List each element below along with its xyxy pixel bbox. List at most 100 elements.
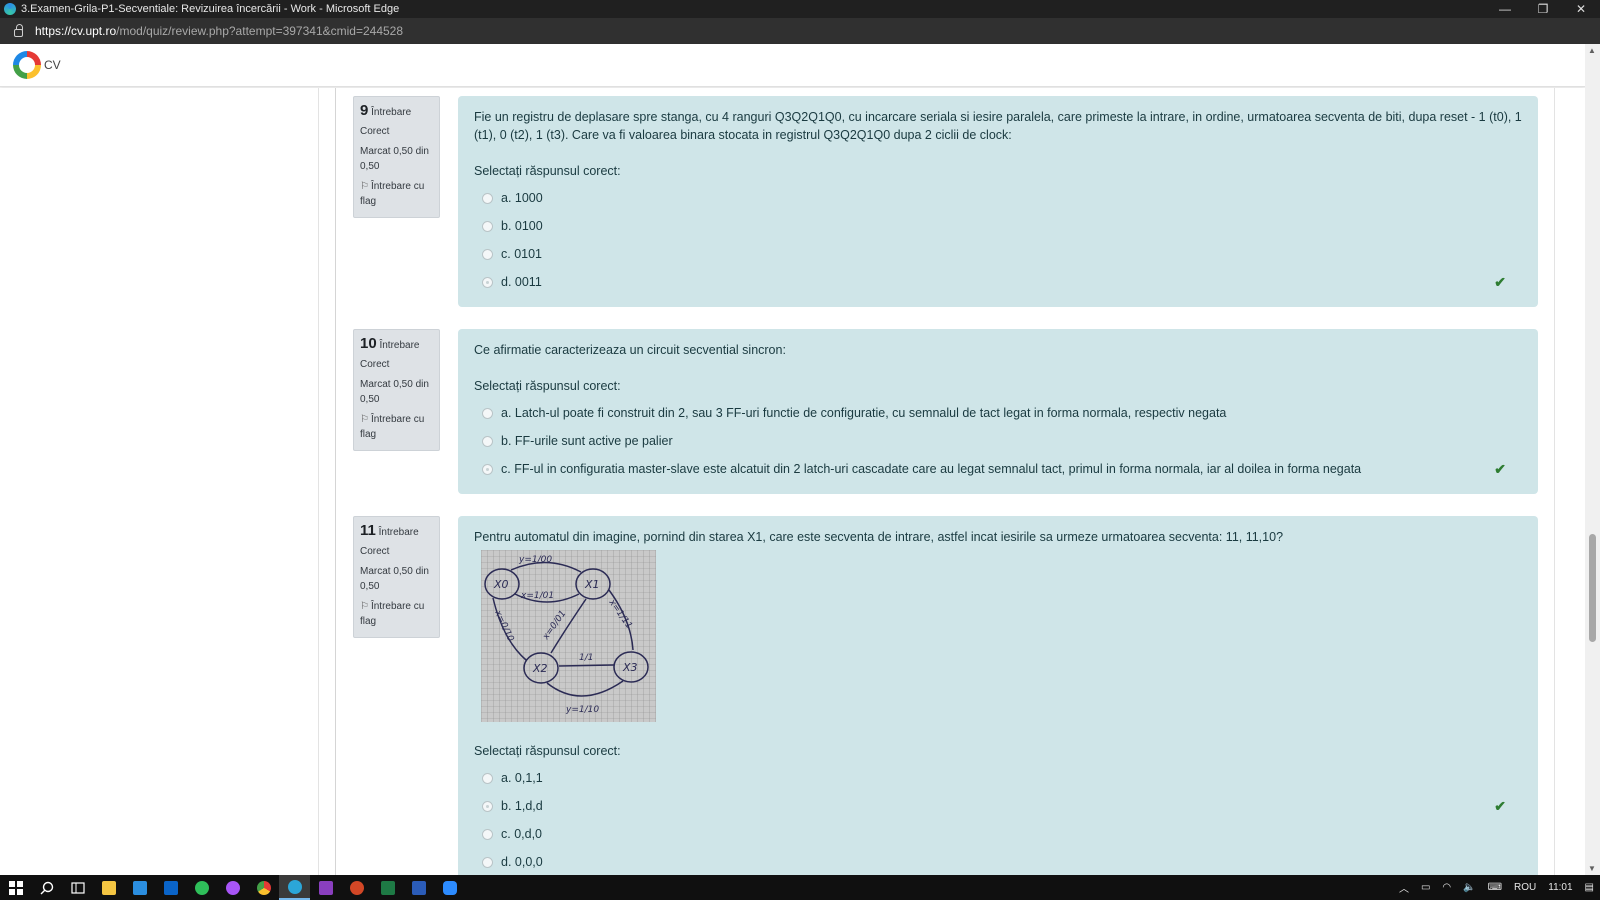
- search-icon[interactable]: [31, 875, 62, 900]
- flag-icon[interactable]: ⚐: [360, 179, 369, 194]
- question-text: Pentru automatul din imagine, pornind di…: [474, 530, 1284, 544]
- volume-icon[interactable]: 🔈: [1457, 882, 1481, 893]
- cv-logo-icon[interactable]: [13, 51, 41, 79]
- edge-x3-x2: [558, 664, 615, 667]
- answer-option[interactable]: c. 0,d,0: [474, 820, 1522, 848]
- answer-option[interactable]: a. 1000: [474, 184, 1522, 212]
- answer-option-selected[interactable]: d. 0011 ✔: [474, 268, 1522, 296]
- radio-button[interactable]: [482, 828, 493, 840]
- answer-label[interactable]: d. 0,0,0: [501, 853, 543, 871]
- answer-label[interactable]: d. 0011: [501, 273, 542, 291]
- radio-button-checked[interactable]: [482, 800, 493, 812]
- clock[interactable]: 11:01: [1542, 882, 1578, 893]
- radio-button[interactable]: [482, 220, 493, 232]
- scroll-thumb[interactable]: [1589, 534, 1596, 642]
- answer-option-selected[interactable]: b. 1,d,d ✔: [474, 792, 1522, 820]
- tray-chevron-up-icon[interactable]: ︿: [1393, 880, 1415, 895]
- keyboard-icon[interactable]: ⌨: [1482, 882, 1508, 893]
- outlook-icon[interactable]: [155, 875, 186, 900]
- flag-icon[interactable]: ⚐: [360, 412, 369, 427]
- answer-option[interactable]: a. 0,1,1: [474, 764, 1522, 792]
- flag-icon[interactable]: ⚐: [360, 599, 369, 614]
- question-content-11: Pentru automatul din imagine, pornind di…: [458, 516, 1538, 875]
- powerpoint-icon[interactable]: [341, 875, 372, 900]
- task-view-icon[interactable]: [62, 875, 93, 900]
- radio-button[interactable]: [482, 772, 493, 784]
- question-text: Fie un registru de deplasare spre stanga…: [474, 110, 1522, 142]
- answer-label[interactable]: b. FF-urile sunt active pe palier: [501, 432, 673, 450]
- state-machine-diagram: X0 X1 X2 X3 y=1/00 x=1/01 x=0/01 x=1/11 …: [481, 550, 656, 722]
- site-logo-text[interactable]: CV: [44, 58, 61, 72]
- radio-button[interactable]: [482, 192, 493, 204]
- edge-label: y=1/10: [565, 705, 599, 715]
- minimize-button[interactable]: —: [1486, 0, 1524, 18]
- answer-label[interactable]: c. 0,d,0: [501, 825, 542, 843]
- question-state: Corect: [360, 546, 390, 557]
- edge-label: x=1/01: [520, 591, 554, 601]
- language-indicator[interactable]: ROU: [1508, 882, 1542, 893]
- answer-label[interactable]: a. 1000: [501, 189, 543, 207]
- restore-button[interactable]: ❐: [1524, 0, 1562, 18]
- correct-check-icon: ✔: [1494, 798, 1506, 814]
- answer-option[interactable]: b. 0100: [474, 212, 1522, 240]
- answer-label[interactable]: b. 0100: [501, 217, 543, 235]
- address-bar[interactable]: https://cv.upt.ro/mod/quiz/review.php?at…: [0, 18, 1600, 44]
- radio-button-checked[interactable]: [482, 463, 493, 475]
- word-icon[interactable]: [403, 875, 434, 900]
- answer-prompt: Selectați răspunsul corect:: [474, 164, 621, 178]
- scroll-down-arrow-icon[interactable]: ▼: [1588, 864, 1596, 873]
- answer-label[interactable]: a. Latch-ul poate fi construit din 2, sa…: [501, 404, 1226, 422]
- answer-option[interactable]: b. FF-urile sunt active pe palier: [474, 427, 1522, 455]
- vscode-icon[interactable]: [124, 875, 155, 900]
- chrome-icon[interactable]: [248, 875, 279, 900]
- answer-option[interactable]: a. Latch-ul poate fi construit din 2, sa…: [474, 399, 1522, 427]
- flag-question-link[interactable]: ⚐ Întrebare cu flag: [360, 179, 433, 209]
- notifications-icon[interactable]: ▤: [1579, 882, 1600, 893]
- radio-button[interactable]: [482, 435, 493, 447]
- flag-question-link[interactable]: ⚐ Întrebare cu flag: [360, 412, 433, 442]
- question-grade: Marcat 0,50 din 0,50: [360, 379, 429, 405]
- question-number: 10: [360, 335, 377, 352]
- wifi-icon[interactable]: ◠: [1436, 882, 1457, 893]
- answer-option[interactable]: d. 0,0,0: [474, 848, 1522, 875]
- zoom-icon[interactable]: [434, 875, 465, 900]
- correct-check-icon: ✔: [1494, 274, 1506, 290]
- answer-label[interactable]: a. 0,1,1: [501, 769, 543, 787]
- question-label: Întrebare: [371, 107, 412, 118]
- answer-option[interactable]: c. 0101: [474, 240, 1522, 268]
- question-info-11: 11 Întrebare Corect Marcat 0,50 din 0,50…: [353, 516, 440, 638]
- battery-icon[interactable]: ▭: [1415, 882, 1436, 893]
- radio-button[interactable]: [482, 248, 493, 260]
- windows-taskbar: ︿ ▭ ◠ 🔈 ⌨ ROU 11:01 ▤: [0, 875, 1600, 900]
- onenote-icon[interactable]: [310, 875, 341, 900]
- radio-button[interactable]: [482, 407, 493, 419]
- edge-taskbar-icon[interactable]: [279, 875, 310, 900]
- whatsapp-icon[interactable]: [186, 875, 217, 900]
- lock-icon[interactable]: [14, 24, 23, 37]
- flag-label[interactable]: Întrebare cu flag: [360, 601, 424, 627]
- answer-label[interactable]: c. 0101: [501, 245, 542, 263]
- start-button[interactable]: [0, 875, 31, 900]
- state-label: X3: [622, 661, 638, 674]
- radio-button[interactable]: [482, 856, 493, 868]
- messenger-icon[interactable]: [217, 875, 248, 900]
- question-grade: Marcat 0,50 din 0,50: [360, 566, 429, 592]
- question-label: Întrebare: [378, 527, 419, 538]
- url-host[interactable]: https://cv.upt.ro: [35, 24, 116, 38]
- page-scrollbar[interactable]: ▲ ▼: [1585, 44, 1600, 875]
- excel-icon[interactable]: [372, 875, 403, 900]
- close-button[interactable]: ✕: [1562, 0, 1600, 18]
- file-explorer-icon[interactable]: [93, 875, 124, 900]
- fsm-sketch-svg: X0 X1 X2 X3 y=1/00 x=1/01 x=0/01 x=1/11 …: [481, 550, 656, 722]
- answer-label[interactable]: b. 1,d,d: [501, 797, 543, 815]
- scroll-up-arrow-icon[interactable]: ▲: [1588, 46, 1596, 55]
- answer-label[interactable]: c. FF-ul in configuratia master-slave es…: [501, 460, 1361, 478]
- question-state: Corect: [360, 126, 390, 137]
- flag-question-link[interactable]: ⚐ Întrebare cu flag: [360, 599, 433, 629]
- flag-label[interactable]: Întrebare cu flag: [360, 414, 424, 440]
- flag-label[interactable]: Întrebare cu flag: [360, 181, 424, 207]
- radio-button-checked[interactable]: [482, 276, 493, 288]
- url-path[interactable]: /mod/quiz/review.php?attempt=397341&cmid…: [116, 24, 403, 38]
- answer-option-selected[interactable]: c. FF-ul in configuratia master-slave es…: [474, 455, 1522, 483]
- windows-logo-icon[interactable]: [8, 880, 23, 895]
